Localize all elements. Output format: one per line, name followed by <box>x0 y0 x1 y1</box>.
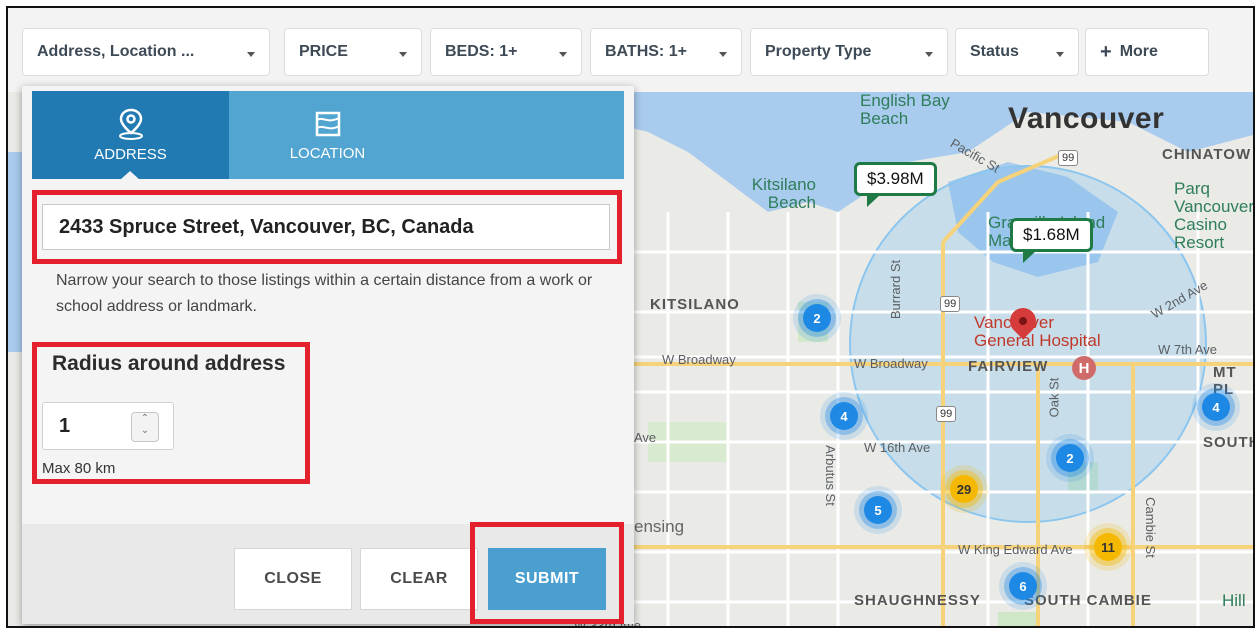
area-label-kitsilano: KITSILANO <box>650 296 740 313</box>
price-tag-marker[interactable]: $1.68M <box>1010 218 1093 263</box>
chevron-down-icon <box>1056 51 1064 57</box>
area-label-shaughnessy: SHAUGHNESSY <box>854 592 981 609</box>
map-icon <box>315 111 340 136</box>
street-label: Oak St <box>1046 377 1062 418</box>
app-frame: Vancouver KITSILANO FAIRVIEW SHAUGHNESSY… <box>6 6 1255 628</box>
place-label: Hill <box>1222 591 1246 610</box>
listing-cluster[interactable]: 4 <box>1202 393 1230 421</box>
tab-label: LOCATION <box>289 144 366 162</box>
highlight-submit-box <box>470 522 624 624</box>
tab-label: ADDRESS <box>94 145 167 163</box>
chevron-down-icon <box>719 51 727 57</box>
place-kitsilano-beach: Kitsilano Beach <box>751 175 816 212</box>
area-label-south: SOUTH <box>1203 434 1253 451</box>
filter-price[interactable]: PRICE <box>284 28 422 76</box>
tab-address[interactable]: ADDRESS <box>32 91 229 180</box>
more-filters-button[interactable]: + More <box>1085 28 1209 76</box>
highway-99-shield: 99 <box>940 296 961 312</box>
active-tab-indicator <box>120 171 140 180</box>
panel-tabs: ADDRESS LOCATION <box>32 91 624 180</box>
street-label: Burrard St <box>888 259 904 320</box>
chevron-down-icon <box>399 51 407 57</box>
filter-status[interactable]: Status <box>955 28 1079 76</box>
listing-cluster[interactable]: 5 <box>864 496 892 524</box>
listing-cluster[interactable]: 2 <box>803 304 831 332</box>
price-tag-marker[interactable]: $3.98M <box>854 162 937 207</box>
tab-location[interactable]: LOCATION <box>229 91 426 179</box>
filter-property-type[interactable]: Property Type <box>750 28 948 76</box>
street-label: W Broadway <box>854 356 928 371</box>
street-label: W 7th Ave <box>1158 342 1218 357</box>
street-label: Cambie St <box>1142 497 1158 558</box>
area-label-chinatown: CHINATOW <box>1162 146 1252 163</box>
filter-label: BATHS: 1+ <box>605 43 687 60</box>
listing-cluster[interactable]: 4 <box>830 402 858 430</box>
plus-icon: + <box>1100 41 1112 63</box>
place-label: ensing <box>634 517 685 536</box>
highlight-radius-box <box>32 342 310 484</box>
area-label-south-cambie: SOUTH CAMBIE <box>1024 592 1152 609</box>
help-text: Narrow your search to those listings wit… <box>56 272 593 315</box>
chevron-down-icon <box>559 51 567 57</box>
street-label: Ave <box>634 430 657 445</box>
listing-cluster[interactable]: 29 <box>950 475 978 503</box>
location-search-panel: ADDRESS LOCATION Narrow your search to t… <box>22 86 634 624</box>
hospital-icon: H <box>1072 356 1096 380</box>
filter-label: Property Type <box>765 43 872 60</box>
clear-button[interactable]: CLEAR <box>360 548 478 610</box>
filter-beds[interactable]: BEDS: 1+ <box>430 28 582 76</box>
filter-address-location[interactable]: Address, Location ... <box>22 28 270 76</box>
chevron-down-icon <box>925 51 933 57</box>
filter-label: Status <box>970 43 1019 60</box>
filter-label: PRICE <box>299 43 348 60</box>
highway-99-shield: 99 <box>936 406 957 422</box>
listing-cluster[interactable]: 11 <box>1094 533 1122 561</box>
city-label: Vancouver <box>1008 102 1165 135</box>
street-label: W Broadway <box>662 352 736 367</box>
chevron-down-icon <box>247 51 255 57</box>
place-vancouver-general-hospital: Vancouver General Hospital <box>974 314 1101 350</box>
street-label: W King Edward Ave <box>958 542 1073 557</box>
location-pin-icon <box>118 108 143 140</box>
close-button[interactable]: CLOSE <box>234 548 352 610</box>
place-english-bay-beach: English Bay Beach <box>860 92 950 128</box>
highlight-address-box <box>32 190 622 264</box>
filter-label: BEDS: 1+ <box>445 43 518 60</box>
street-label: Arbutus St <box>822 445 838 506</box>
filter-bar: Address, Location ... PRICE BEDS: 1+ BAT… <box>8 8 1253 92</box>
listing-cluster[interactable]: 2 <box>1056 444 1084 472</box>
street-label: W 16th Ave <box>864 440 931 455</box>
filter-label: Address, Location ... <box>37 43 195 60</box>
area-label-fairview: FAIRVIEW <box>968 358 1049 375</box>
listing-cluster[interactable]: 6 <box>1009 572 1037 600</box>
highway-99-shield: 99 <box>1058 150 1079 166</box>
more-label: More <box>1119 43 1158 60</box>
filter-baths[interactable]: BATHS: 1+ <box>590 28 742 76</box>
place-parq-casino: Parq Vancouver Casino Resort <box>1174 180 1253 252</box>
